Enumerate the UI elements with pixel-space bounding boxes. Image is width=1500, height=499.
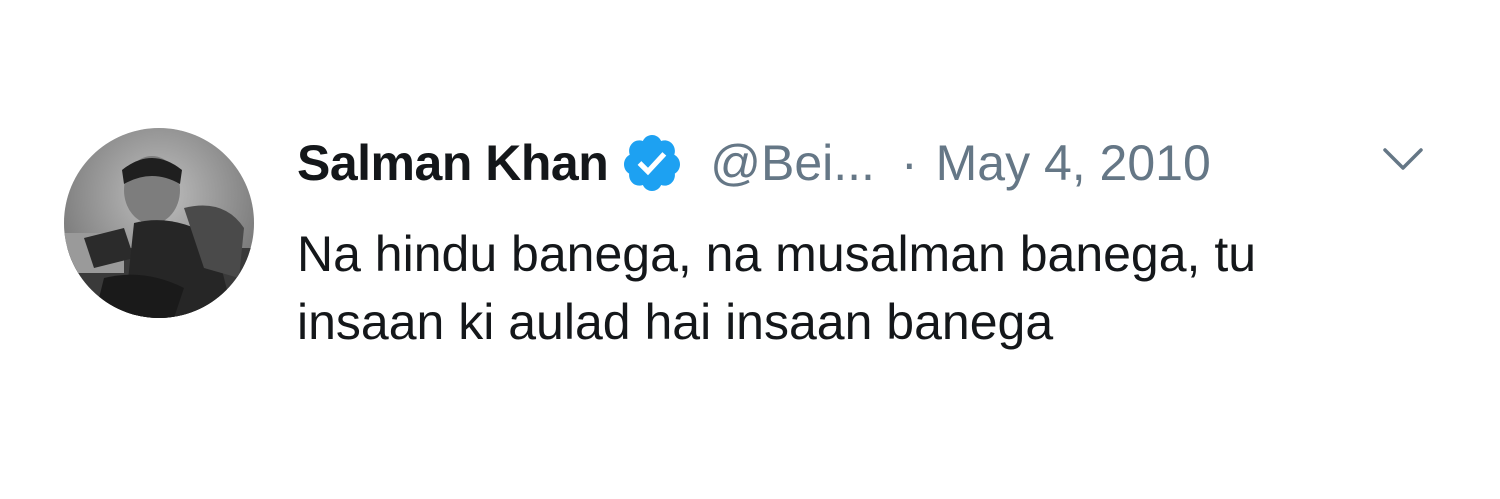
avatar-photo (64, 128, 254, 318)
verified-badge-icon (624, 135, 681, 191)
tweet-header: Salman Khan @Bei... · May 4, 2010 (297, 128, 1437, 198)
handle[interactable]: @Bei... (710, 134, 875, 192)
separator-dot: · (900, 135, 918, 191)
chevron-down-icon[interactable] (1381, 142, 1425, 178)
tweet-card[interactable]: Salman Khan @Bei... · May 4, 2010 Na hin… (0, 0, 1500, 499)
timestamp[interactable]: May 4, 2010 (936, 134, 1211, 192)
tweet-text-line: Na hindu banega, na musalman banega, tu (297, 226, 1257, 282)
tweet-text-line: insaan ki aulad hai insaan banega (297, 294, 1054, 350)
tweet-text: Na hindu banega, na musalman banega, tu … (297, 220, 1437, 356)
avatar[interactable] (64, 128, 254, 318)
display-name[interactable]: Salman Khan (297, 134, 609, 192)
